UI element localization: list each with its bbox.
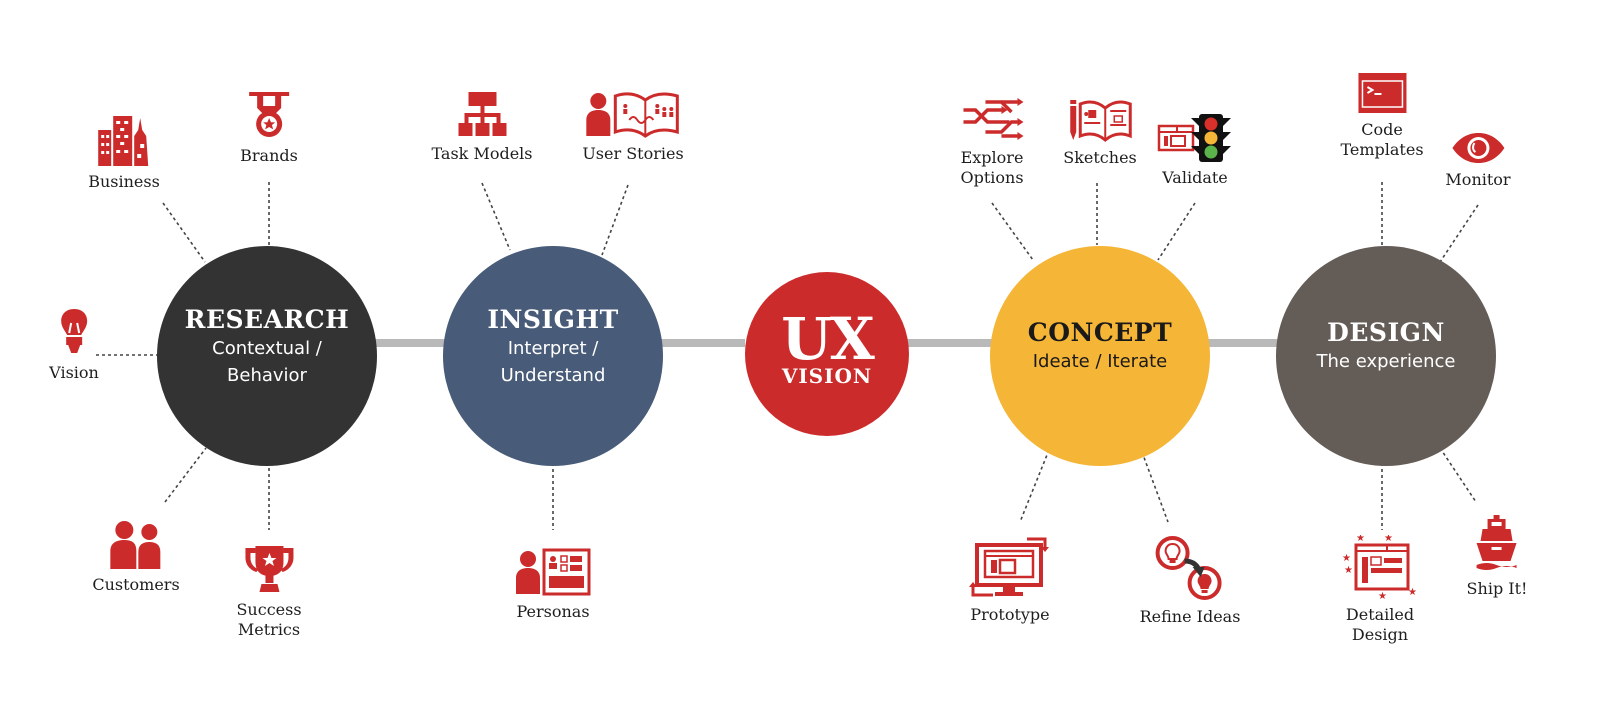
storybook-icon — [586, 92, 679, 138]
item-success-metrics: Success Metrics — [236, 544, 302, 640]
svg-text:★: ★ — [1342, 553, 1351, 564]
leader-explore-options — [991, 202, 1034, 261]
item-sketches: Sketches — [1063, 98, 1137, 168]
svg-text:★: ★ — [1344, 565, 1353, 576]
connector-concept-design — [1200, 339, 1280, 347]
svg-text:★: ★ — [1408, 587, 1417, 598]
item-business: Business — [88, 114, 160, 192]
item-customers-label: Customers — [92, 575, 180, 594]
sketchbook-icon — [1070, 100, 1132, 142]
terminal-window-icon — [1357, 73, 1406, 113]
stage-insight-subtitle-2: Understand — [500, 364, 606, 386]
shuffle-arrows-icon — [963, 98, 1023, 140]
item-vision-label: Vision — [49, 363, 99, 382]
item-success-metrics-label-1: Success — [236, 600, 302, 619]
hierarchy-icon — [457, 92, 506, 136]
stage-concept: CONCEPT Ideate / Iterate — [990, 246, 1210, 466]
ship-icon — [1476, 515, 1517, 570]
traffic-light-icon — [1157, 114, 1231, 162]
svg-text:★: ★ — [1384, 535, 1393, 544]
item-prototype-label: Prototype — [970, 605, 1050, 624]
item-explore-options-label-2: Options — [960, 168, 1024, 187]
item-user-stories: User Stories — [582, 90, 684, 164]
stage-research-subtitle-2: Behavior — [227, 364, 307, 386]
lightbulb-icon — [61, 309, 87, 353]
people-icon — [109, 521, 160, 569]
item-explore-options: Explore Options — [960, 96, 1024, 188]
svg-text:★: ★ — [1378, 591, 1387, 599]
leader-business — [162, 202, 206, 263]
item-monitor: Monitor — [1445, 132, 1511, 190]
item-sketches-label: Sketches — [1063, 148, 1137, 167]
stage-insight-title: INSIGHT — [487, 304, 619, 334]
leader-prototype — [1019, 449, 1050, 523]
leader-monitor — [1439, 204, 1479, 263]
stage-insight-subtitle-1: Interpret / — [507, 337, 599, 359]
wireframe-stars-icon: ★ ★ ★★ ★ ★ — [1342, 535, 1417, 599]
stage-research-title: RESEARCH — [184, 304, 350, 334]
item-personas-label: Personas — [516, 602, 590, 621]
ux-vision-sub: VISION — [781, 364, 873, 388]
item-monitor-label: Monitor — [1445, 170, 1511, 189]
leader-refine-ideas — [1141, 451, 1169, 523]
eye-icon — [1452, 133, 1504, 163]
stage-concept-subtitle-1: Ideate / Iterate — [1032, 351, 1168, 372]
item-success-metrics-label-2: Metrics — [237, 620, 301, 639]
item-code-templates-label-1: Code — [1361, 120, 1403, 139]
ux-vision-hub: UX VISION — [745, 272, 909, 436]
item-ship-it: Ship It! — [1466, 515, 1528, 599]
item-explore-options-label-1: Explore — [960, 148, 1024, 167]
item-user-stories-label: User Stories — [582, 144, 684, 163]
trophy-icon — [244, 546, 293, 592]
leader-customers — [164, 447, 207, 503]
buildings-icon — [98, 116, 148, 166]
item-personas: Personas — [514, 548, 592, 622]
stage-insight: INSIGHT Interpret / Understand — [443, 246, 663, 466]
item-code-templates: Code Templates — [1340, 72, 1424, 160]
item-brands-label: Brands — [240, 146, 298, 165]
item-ship-it-label: Ship It! — [1466, 579, 1528, 598]
connector-vision-concept — [900, 339, 995, 347]
persona-card-icon — [516, 548, 591, 596]
leader-user-stories — [601, 184, 629, 256]
item-task-models-label: Task Models — [431, 144, 533, 163]
item-detailed-design: ★ ★ ★ ★ ★ ★ Detailed Design — [1342, 535, 1418, 645]
stage-design-subtitle-1: The experience — [1316, 351, 1456, 372]
item-validate: Validate — [1157, 114, 1233, 188]
ux-vision-main: UX — [781, 305, 875, 373]
item-validate-label: Validate — [1162, 168, 1228, 187]
stage-concept-title: CONCEPT — [1027, 318, 1173, 347]
stage-design: DESIGN The experience — [1276, 246, 1496, 466]
item-code-templates-label-2: Templates — [1340, 140, 1424, 159]
item-task-models: Task Models — [431, 90, 533, 164]
ux-process-diagram: RESEARCH Contextual / Behavior INSIGHT I… — [0, 0, 1620, 720]
medal-icon — [248, 92, 289, 137]
svg-text:★: ★ — [1356, 535, 1365, 544]
item-vision: Vision — [49, 307, 99, 383]
leader-validate — [1157, 202, 1196, 261]
item-detailed-design-label-2: Design — [1351, 625, 1409, 644]
leader-ship-it — [1439, 447, 1477, 503]
monitor-cycle-icon — [969, 537, 1049, 597]
item-brands: Brands — [240, 90, 298, 166]
stage-research-subtitle-1: Contextual / — [212, 337, 322, 359]
connector-insight-vision — [660, 339, 745, 347]
item-detailed-design-label-1: Detailed — [1345, 605, 1415, 624]
stage-research: RESEARCH Contextual / Behavior — [157, 246, 377, 466]
item-prototype: Prototype — [967, 535, 1053, 625]
leader-task-models — [481, 182, 511, 251]
item-refine-ideas: Refine Ideas — [1139, 535, 1241, 627]
item-customers: Customers — [92, 519, 180, 595]
refine-bulbs-icon — [1155, 536, 1222, 600]
item-business-label: Business — [88, 172, 160, 191]
stage-design-title: DESIGN — [1327, 318, 1445, 347]
item-refine-ideas-label: Refine Ideas — [1139, 607, 1241, 626]
connector-research-insight — [370, 339, 445, 347]
